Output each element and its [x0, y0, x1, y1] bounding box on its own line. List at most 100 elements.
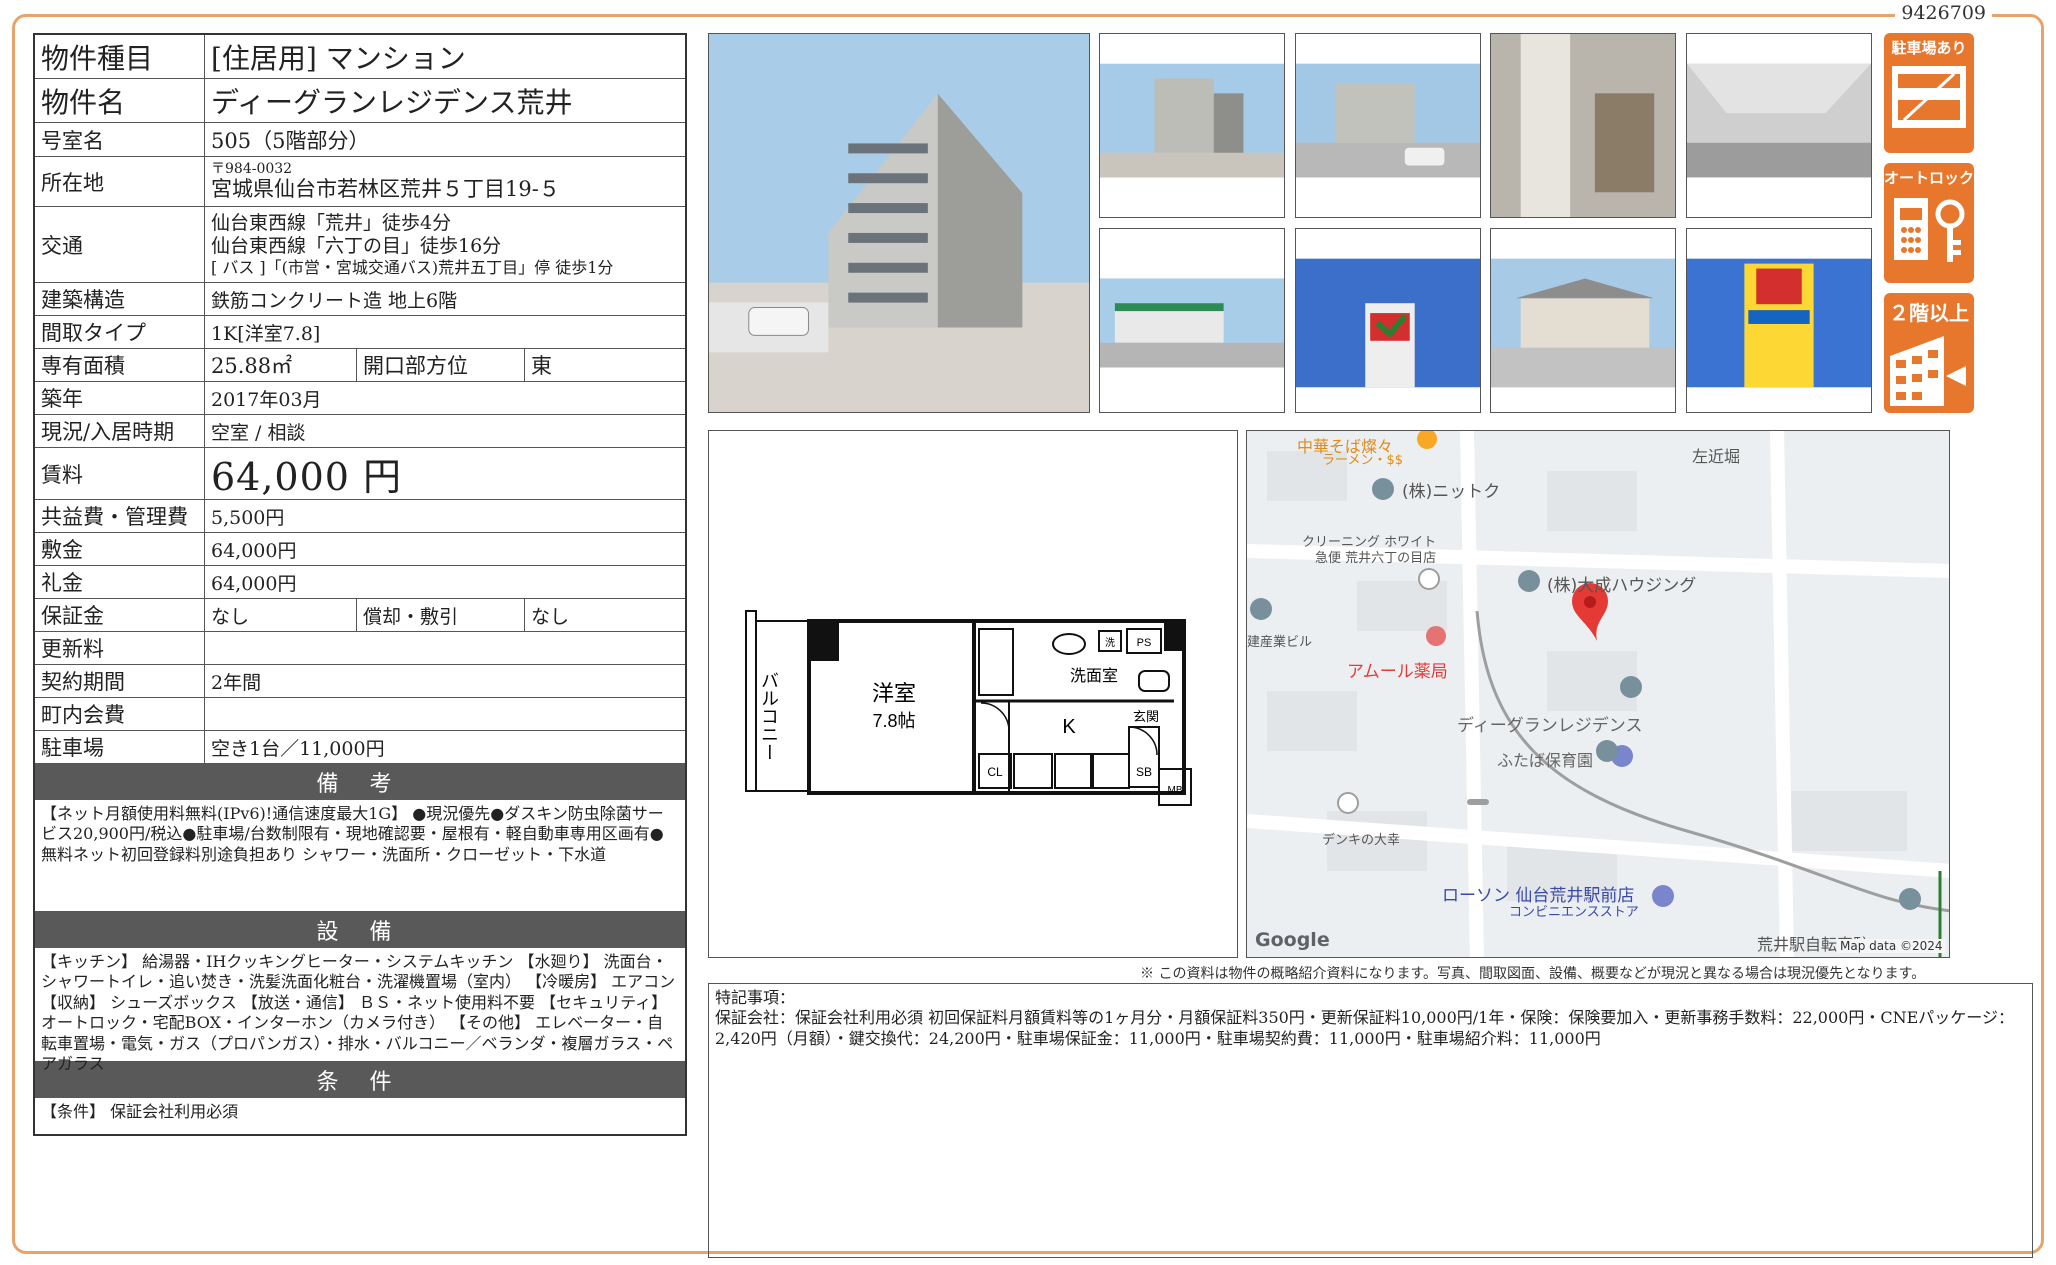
parking-label: 駐車場 — [35, 731, 205, 763]
contract-value: 2年間 — [211, 671, 262, 694]
room-label: 洋室 — [872, 681, 916, 706]
room-label: 号室名 — [35, 123, 205, 156]
cleaning-shop-sublabel: 急便 荒井六丁の目店 — [1315, 551, 1437, 566]
map-copyright: Map data ©2024 — [1837, 939, 1946, 953]
shoebox-label: SB — [1136, 765, 1152, 779]
rent-label: 賃料 — [35, 448, 205, 499]
traffic-line: [ バス ]「(市営・宮城交通バス)荒井五丁目」停 徒歩1分 — [211, 257, 614, 277]
conditions-text: 【条件】 保証会社利用必須 — [41, 1102, 239, 1121]
type-value: [住居用] マンション — [211, 41, 466, 75]
area-value: 25.88㎡ — [205, 349, 357, 381]
entrance-label: 玄関 — [1133, 709, 1159, 724]
bicycle-parking-photo-thumbnail — [1686, 33, 1872, 218]
kitchen-label: K — [1062, 716, 1076, 738]
property-map-label: ディーグランレジデンス — [1457, 716, 1643, 736]
second-floor-or-higher-badge: ２階以上 — [1884, 293, 1974, 413]
deposit-label: 敷金 — [35, 533, 205, 565]
drugstore-sign-photo-thumbnail — [1686, 228, 1872, 413]
building-parking-photo-thumbnail — [1295, 33, 1481, 218]
key-money-label: 礼金 — [35, 566, 205, 598]
guarantee-value: なし — [205, 599, 357, 631]
layout-value: 1K[洋室7.8] — [211, 322, 321, 345]
direction-value: 東 — [531, 354, 552, 378]
autolock-badge-label: オートロック — [1884, 169, 1974, 187]
area-name-label: 左近堀 — [1692, 447, 1741, 466]
name-label: 物件名 — [35, 79, 205, 122]
nursery-label: ふたば保育園 — [1497, 751, 1594, 770]
guarantee-cell: なし 償却・敷引 なし — [205, 599, 685, 631]
disclaimer-text: ※ この資料は物件の概略紹介資料になります。写真、間取図面、設備、概要などが現況… — [1140, 966, 1926, 982]
town-fee-label: 町内会費 — [35, 698, 205, 730]
taisei-housing-label: (株)大成ハウジング — [1547, 576, 1697, 596]
document-id: 9426709 — [1895, 2, 1992, 24]
ramen-shop-sublabel: ラーメン・$$ — [1322, 453, 1404, 468]
room-size-label: 7.8帖 — [872, 711, 915, 731]
parking-available-badge: 駐車場あり — [1884, 33, 1974, 153]
layout-label: 間取タイプ — [35, 316, 205, 348]
upper-floor-badge-label: ２階以上 — [1889, 301, 1969, 325]
area-cell: 25.88㎡ 開口部方位 東 — [205, 349, 685, 381]
parking-badge-label: 駐車場あり — [1891, 39, 1967, 57]
direction-label: 開口部方位 — [357, 349, 525, 381]
special-notes-box: 特記事項： 保証会社：保証会社利用必須 初回保証料月額賃料等の1ヶ月分・月額保証… — [708, 983, 2033, 1258]
traffic-line: 仙台東西線「荒井」徒歩4分 — [211, 212, 452, 235]
conditions-header: 条 件 — [35, 1062, 685, 1098]
key-money-value: 64,000円 — [211, 572, 297, 595]
building-floor-icon — [1890, 336, 1966, 406]
type-label: 物件種目 — [35, 35, 205, 78]
building-label: 建産業ビル — [1247, 635, 1313, 650]
traffic-label: 交通 — [35, 207, 205, 282]
nittoku-label: (株)ニットク — [1402, 482, 1501, 502]
traffic-line: 仙台東西線「六丁の目」徒歩16分 — [211, 234, 502, 257]
amortization-label: 償却・敷引 — [357, 599, 525, 631]
building-exterior-photo — [708, 33, 1090, 413]
special-notes-title: 特記事項： — [715, 988, 796, 1007]
facilities-header: 設 備 — [35, 912, 685, 948]
supermarket-sign-photo-thumbnail — [1295, 228, 1481, 413]
ps-label: PS — [1137, 637, 1152, 649]
renewal-label: 更新料 — [35, 632, 205, 664]
balcony-label: バルコニー — [759, 671, 779, 761]
name-value: ディーグランレジデンス荒井 — [211, 85, 573, 119]
meterbox-label: MB — [1168, 785, 1183, 796]
built-value: 2017年03月 — [211, 388, 322, 411]
address-cell: 〒984-0032 宮城県仙台市若林区荒井５丁目19-５ — [205, 157, 685, 206]
structure-value: 鉄筋コンクリート造 地上6階 — [211, 289, 458, 312]
address-value: 宮城県仙台市若林区荒井５丁目19-５ — [211, 177, 560, 202]
lawson-sublabel: コンビニエンスストア — [1509, 905, 1639, 920]
renewal-value — [205, 632, 685, 664]
room-value: 505（5階部分） — [211, 128, 370, 153]
parking-icon — [1892, 66, 1966, 128]
rent-value: 64,000 円 — [211, 455, 403, 499]
key-intercom-icon — [1894, 198, 1965, 262]
amortization-value: なし — [531, 605, 570, 628]
laundry-label: 洗 — [1105, 637, 1115, 649]
address-label: 所在地 — [35, 157, 205, 206]
status-label: 現況/入居時期 — [35, 415, 205, 447]
pharmacy-label: アムール薬局 — [1347, 662, 1448, 682]
guarantee-label: 保証金 — [35, 599, 205, 631]
parking-value: 空き1台／11,000円 — [211, 737, 385, 760]
common-fee-value: 5,500円 — [211, 506, 285, 529]
facilities-text: 【キッチン】 給湯器・IHクッキングヒーター・システムキッチン 【水廻り】 洗面… — [35, 948, 685, 1073]
built-label: 築年 — [35, 382, 205, 414]
location-map: 中華そば燦々 ラーメン・$$ 左近堀 (株)ニットク クリーニング ホワイト 急… — [1246, 430, 1950, 958]
status-value: 空室 / 相談 — [211, 421, 306, 444]
washroom-label: 洗面室 — [1070, 667, 1118, 685]
autolock-badge: オートロック — [1884, 163, 1974, 283]
convenience-store-photo-thumbnail — [1099, 228, 1285, 413]
remarks-text: 【ネット月額使用料無料(IPv6)!通信速度最大1G】 ●現況優先●ダスキン防虫… — [35, 800, 685, 912]
area-label: 専有面積 — [35, 349, 205, 381]
building-photo-thumbnail — [1099, 33, 1285, 218]
floor-plan: バルコニー 洋室 7.8帖 洗面室 K 玄関 PS 洗 CL SB MB — [708, 430, 1238, 958]
traffic-cell: 仙台東西線「荒井」徒歩4分 仙台東西線「六丁の目」徒歩16分 [ バス ]「(市… — [205, 207, 685, 282]
electronics-store-label: デンキの大幸 — [1322, 833, 1401, 848]
contract-label: 契約期間 — [35, 665, 205, 697]
structure-label: 建築構造 — [35, 283, 205, 315]
town-fee-value — [205, 698, 685, 730]
special-notes-text: 保証会社：保証会社利用必須 初回保証料月額賃料等の1ヶ月分・月額保証料350円・… — [715, 1008, 2014, 1048]
remarks-header: 備 考 — [35, 764, 685, 800]
closet-label: CL — [987, 765, 1003, 779]
clinic-building-photo-thumbnail — [1490, 228, 1676, 413]
google-logo: Google — [1255, 929, 1330, 951]
